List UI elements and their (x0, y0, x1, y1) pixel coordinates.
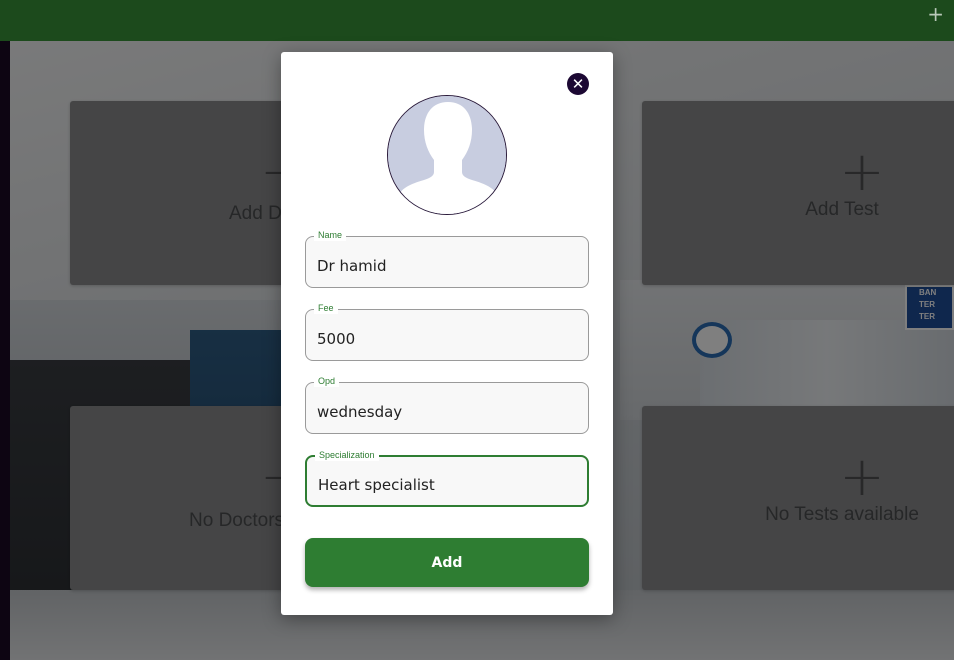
fee-input[interactable] (306, 310, 588, 360)
specialization-input[interactable] (307, 457, 587, 505)
fee-field[interactable]: Fee (305, 302, 589, 361)
specialization-field[interactable]: Specialization (305, 449, 589, 507)
avatar[interactable] (387, 95, 507, 215)
close-icon[interactable]: ✕ (567, 73, 589, 95)
add-doctor-dialog: ✕ Name Fee Opd Specialization Add (281, 52, 613, 615)
plus-icon[interactable]: + (927, 4, 944, 24)
top-app-bar: + (0, 0, 954, 41)
name-field[interactable]: Name (305, 229, 589, 288)
add-button[interactable]: Add (305, 538, 589, 587)
person-silhouette-icon (388, 96, 506, 214)
opd-field[interactable]: Opd (305, 375, 589, 434)
opd-input[interactable] (306, 383, 588, 433)
name-input[interactable] (306, 237, 588, 287)
